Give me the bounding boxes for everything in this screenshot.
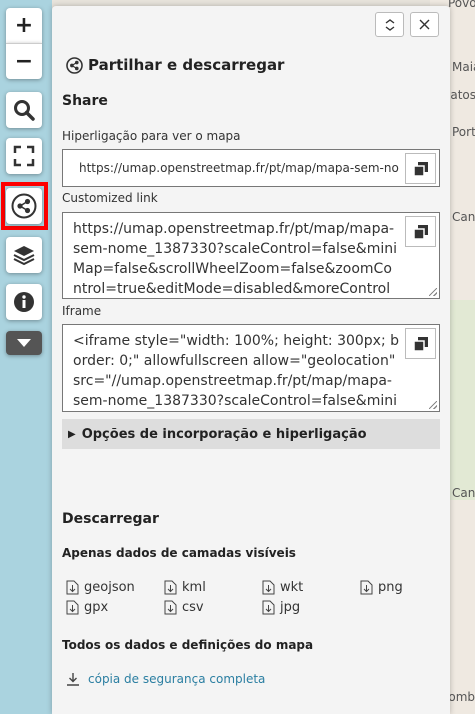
expand-icon	[385, 18, 394, 31]
fullscreen-icon	[13, 145, 35, 167]
link-field[interactable]: https://umap.openstreetmap.fr/pt/map/map…	[62, 149, 440, 187]
close-panel-button[interactable]	[410, 12, 439, 37]
share-panel: Partilhar e descarregar Share Hiperligaç…	[52, 6, 450, 714]
embed-options-toggle[interactable]: ▶ Opções de incorporação e hiperligação	[62, 419, 440, 449]
info-icon	[14, 292, 34, 312]
caret-down-icon	[17, 339, 31, 347]
copy-iframe-button[interactable]	[405, 328, 436, 359]
download-file-icon	[360, 580, 373, 595]
panel-title-text: Partilhar e descarregar	[88, 56, 285, 74]
map-label: Maia	[452, 60, 475, 74]
download-file-icon	[66, 580, 79, 595]
download-jpg[interactable]: jpg	[262, 600, 300, 615]
download-wkt[interactable]: wkt	[262, 580, 303, 595]
download-png[interactable]: png	[360, 580, 403, 595]
info-button[interactable]	[6, 284, 42, 320]
search-button[interactable]	[6, 92, 42, 128]
custom-link-value[interactable]: https://umap.openstreetmap.fr/pt/map/map…	[73, 219, 399, 299]
resize-handle[interactable]	[429, 401, 437, 409]
panel-title: Partilhar e descarregar	[66, 56, 284, 74]
share-button[interactable]	[6, 188, 42, 224]
close-icon	[419, 19, 430, 30]
copy-link-button[interactable]	[405, 153, 436, 184]
more-controls-button[interactable]	[6, 331, 42, 355]
embed-options-label: Opções de incorporação e hiperligação	[81, 426, 367, 442]
format-label[interactable]: jpg	[280, 600, 300, 615]
download-kml[interactable]: kml	[164, 580, 206, 595]
share-heading: Share	[62, 93, 108, 109]
map-label: Cana	[452, 486, 475, 500]
download-file-icon	[262, 600, 275, 615]
custom-link-label: Customized link	[62, 191, 158, 205]
plus-icon: +	[14, 13, 34, 38]
layers-button[interactable]	[6, 237, 42, 273]
visible-layers-heading: Apenas dados de camadas visíveis	[62, 546, 296, 560]
format-label[interactable]: kml	[182, 580, 206, 595]
map-label: Porto	[452, 125, 475, 139]
caret-right-icon: ▶	[68, 428, 76, 440]
iframe-textarea[interactable]: <iframe style="width: 100%; height: 300p…	[62, 324, 440, 412]
zoom-in-button[interactable]: +	[6, 8, 42, 43]
format-label[interactable]: csv	[182, 600, 204, 615]
download-file-icon	[66, 600, 79, 615]
download-gpx[interactable]: gpx	[66, 600, 108, 615]
resize-handle[interactable]	[429, 288, 437, 296]
layers-icon	[13, 246, 35, 266]
download-file-icon	[262, 580, 275, 595]
copy-custom-link-button[interactable]	[405, 216, 436, 247]
zoom-out-button[interactable]: −	[6, 43, 42, 79]
download-icon	[67, 673, 79, 686]
map-label: Póvoa de Varzim	[448, 0, 475, 10]
expand-panel-button[interactable]	[375, 12, 404, 37]
map-label: Canelas	[452, 210, 475, 224]
iframe-value[interactable]: <iframe style="width: 100%; height: 300p…	[73, 331, 399, 411]
custom-link-textarea[interactable]: https://umap.openstreetmap.fr/pt/map/map…	[62, 212, 440, 299]
iframe-label: Iframe	[62, 304, 102, 318]
copy-icon	[412, 161, 428, 177]
format-label[interactable]: png	[378, 580, 403, 595]
download-heading: Descarregar	[62, 511, 159, 527]
all-data-heading: Todos os dados e definições do mapa	[62, 638, 314, 652]
link-value[interactable]: https://umap.openstreetmap.fr/pt/map/map…	[79, 158, 399, 178]
full-backup-label[interactable]: cópia de segurança completa	[88, 672, 265, 686]
format-label[interactable]: gpx	[84, 600, 108, 615]
download-geojson[interactable]: geojson	[66, 580, 135, 595]
copy-icon	[412, 336, 428, 352]
link-label: Hiperligação para ver o mapa	[62, 129, 241, 143]
format-label[interactable]: geojson	[84, 580, 135, 595]
download-file-icon	[164, 600, 177, 615]
download-csv[interactable]: csv	[164, 600, 204, 615]
copy-icon	[412, 224, 428, 240]
minus-icon: −	[14, 49, 34, 74]
share-icon	[11, 193, 37, 219]
fullscreen-button[interactable]	[6, 138, 42, 174]
search-icon	[14, 100, 35, 121]
full-backup-link[interactable]: cópia de segurança completa	[66, 672, 265, 686]
format-label[interactable]: wkt	[280, 580, 303, 595]
download-file-icon	[164, 580, 177, 595]
share-icon	[66, 56, 83, 74]
